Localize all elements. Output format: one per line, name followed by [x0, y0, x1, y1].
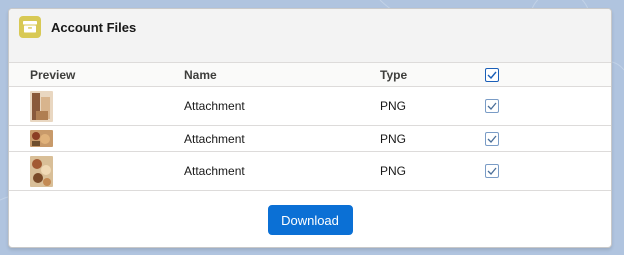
checkmark-icon [487, 71, 497, 79]
row-checkbox[interactable] [485, 99, 499, 113]
column-header-preview: Preview [9, 62, 184, 87]
file-type: PNG [380, 125, 485, 152]
table-row: Attachment PNG [9, 125, 611, 152]
file-type: PNG [380, 151, 485, 191]
image-thumbnail[interactable] [30, 90, 53, 122]
checkmark-icon [487, 135, 497, 143]
files-table: Preview Name Type Attachment PNG Attachm… [9, 62, 611, 191]
download-button[interactable]: Download [267, 205, 353, 235]
image-thumbnail[interactable] [30, 130, 53, 147]
select-all-checkbox[interactable] [485, 67, 499, 82]
files-icon [19, 16, 41, 38]
file-name: Attachment [184, 86, 380, 126]
table-row: Attachment PNG [9, 86, 611, 126]
card-header: Account Files [9, 9, 611, 46]
file-name: Attachment [184, 151, 380, 191]
row-checkbox[interactable] [485, 131, 499, 146]
table-row: Attachment PNG [9, 151, 611, 191]
file-name: Attachment [184, 125, 380, 152]
account-files-card: Account Files Preview Name Type Attachme… [8, 8, 612, 248]
column-header-type: Type [380, 62, 485, 87]
file-type: PNG [380, 86, 485, 126]
image-thumbnail[interactable] [30, 155, 53, 187]
card-footer: Download [9, 191, 611, 235]
table-header-row: Preview Name Type [9, 62, 611, 87]
checkmark-icon [487, 167, 497, 175]
column-header-name: Name [184, 62, 380, 87]
card-title: Account Files [51, 19, 137, 35]
checkmark-icon [487, 102, 497, 110]
row-checkbox[interactable] [485, 164, 499, 178]
